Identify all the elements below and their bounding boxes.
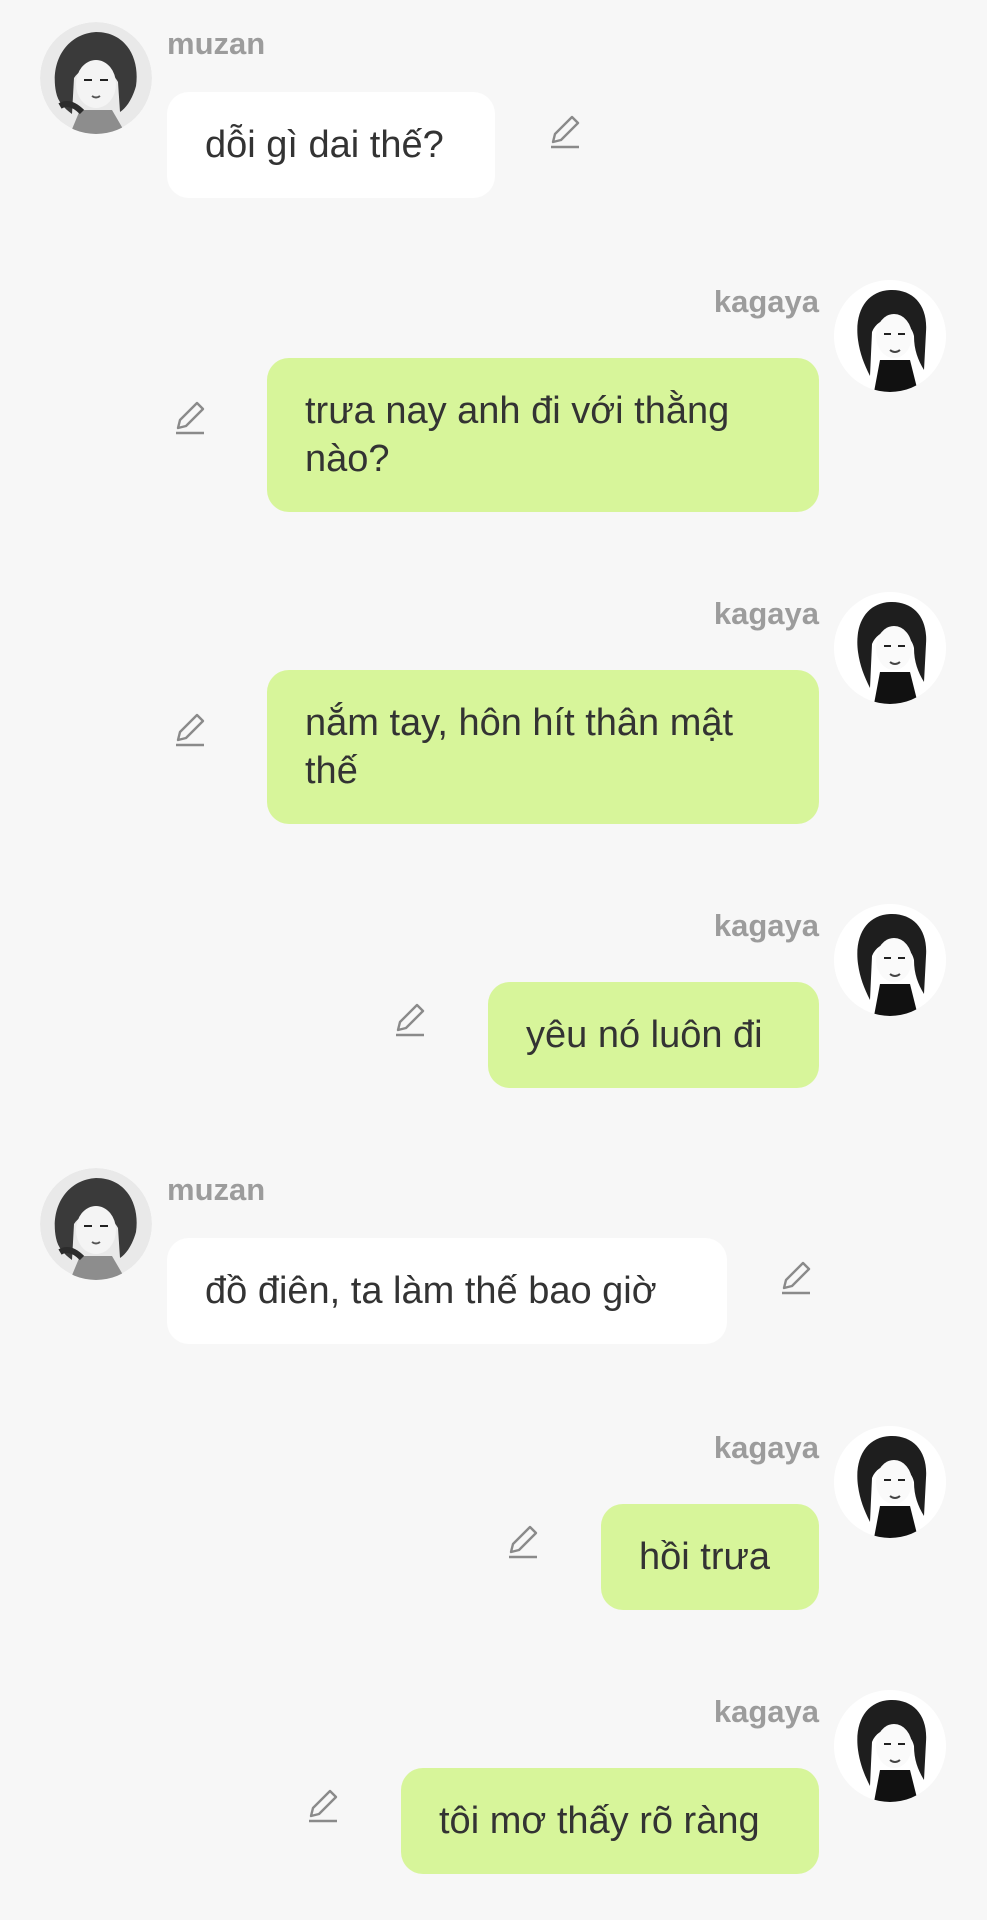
sender-name: kagaya — [713, 1694, 819, 1729]
message-bubble[interactable]: đồ điên, ta làm thế bao giờ — [167, 1238, 727, 1344]
message-bubble[interactable]: tôi mơ thấy rõ ràng — [401, 1768, 819, 1874]
manga-portrait-icon — [834, 1690, 946, 1802]
message-bubble[interactable]: yêu nó luôn đi — [488, 982, 819, 1088]
manga-portrait-icon — [834, 1426, 946, 1538]
pencil-edit-icon[interactable] — [776, 1258, 816, 1298]
pencil-edit-icon[interactable] — [170, 398, 210, 438]
message-row: kagaya yêu nó luôn đi — [0, 904, 987, 1104]
manga-portrait-icon — [834, 592, 946, 704]
message-bubble[interactable]: hồi trưa — [601, 1504, 819, 1610]
message-bubble[interactable]: dỗi gì dai thế? — [167, 92, 495, 198]
message-row: kagaya hồi trưa — [0, 1426, 987, 1626]
manga-portrait-icon — [40, 1168, 152, 1280]
message-row: kagaya nắm tay, hôn hít thân mật thế — [0, 592, 987, 832]
sender-avatar-kagaya[interactable] — [834, 280, 946, 392]
message-bubble[interactable]: nắm tay, hôn hít thân mật thế — [267, 670, 819, 824]
sender-name: kagaya — [713, 284, 819, 319]
pencil-edit-icon[interactable] — [303, 1786, 343, 1826]
manga-portrait-icon — [834, 904, 946, 1016]
manga-portrait-icon — [834, 280, 946, 392]
message-bubble[interactable]: trưa nay anh đi với thằng nào? — [267, 358, 819, 512]
sender-name: kagaya — [713, 1430, 819, 1465]
sender-avatar-kagaya[interactable] — [834, 1690, 946, 1802]
sender-name: kagaya — [713, 596, 819, 631]
sender-avatar-kagaya[interactable] — [834, 1426, 946, 1538]
sender-name: muzan — [167, 26, 266, 61]
message-row: kagaya tôi mơ thấy rõ ràng — [0, 1690, 987, 1890]
pencil-edit-icon[interactable] — [503, 1522, 543, 1562]
sender-avatar-muzan[interactable] — [40, 1168, 152, 1280]
message-row: kagaya trưa nay anh đi với thằng nào? — [0, 280, 987, 520]
sender-avatar-kagaya[interactable] — [834, 904, 946, 1016]
sender-avatar-muzan[interactable] — [40, 22, 152, 134]
pencil-edit-icon[interactable] — [390, 1000, 430, 1040]
sender-name: kagaya — [713, 908, 819, 943]
pencil-edit-icon[interactable] — [545, 112, 585, 152]
chat-thread: muzan dỗi gì dai thế? kagaya trưa nay an… — [0, 0, 987, 1920]
sender-name: muzan — [167, 1172, 266, 1207]
manga-portrait-icon — [40, 22, 152, 134]
message-row: muzan đồ điên, ta làm thế bao giờ — [0, 1146, 987, 1356]
pencil-edit-icon[interactable] — [170, 710, 210, 750]
message-row: muzan dỗi gì dai thế? — [0, 0, 987, 210]
sender-avatar-kagaya[interactable] — [834, 592, 946, 704]
